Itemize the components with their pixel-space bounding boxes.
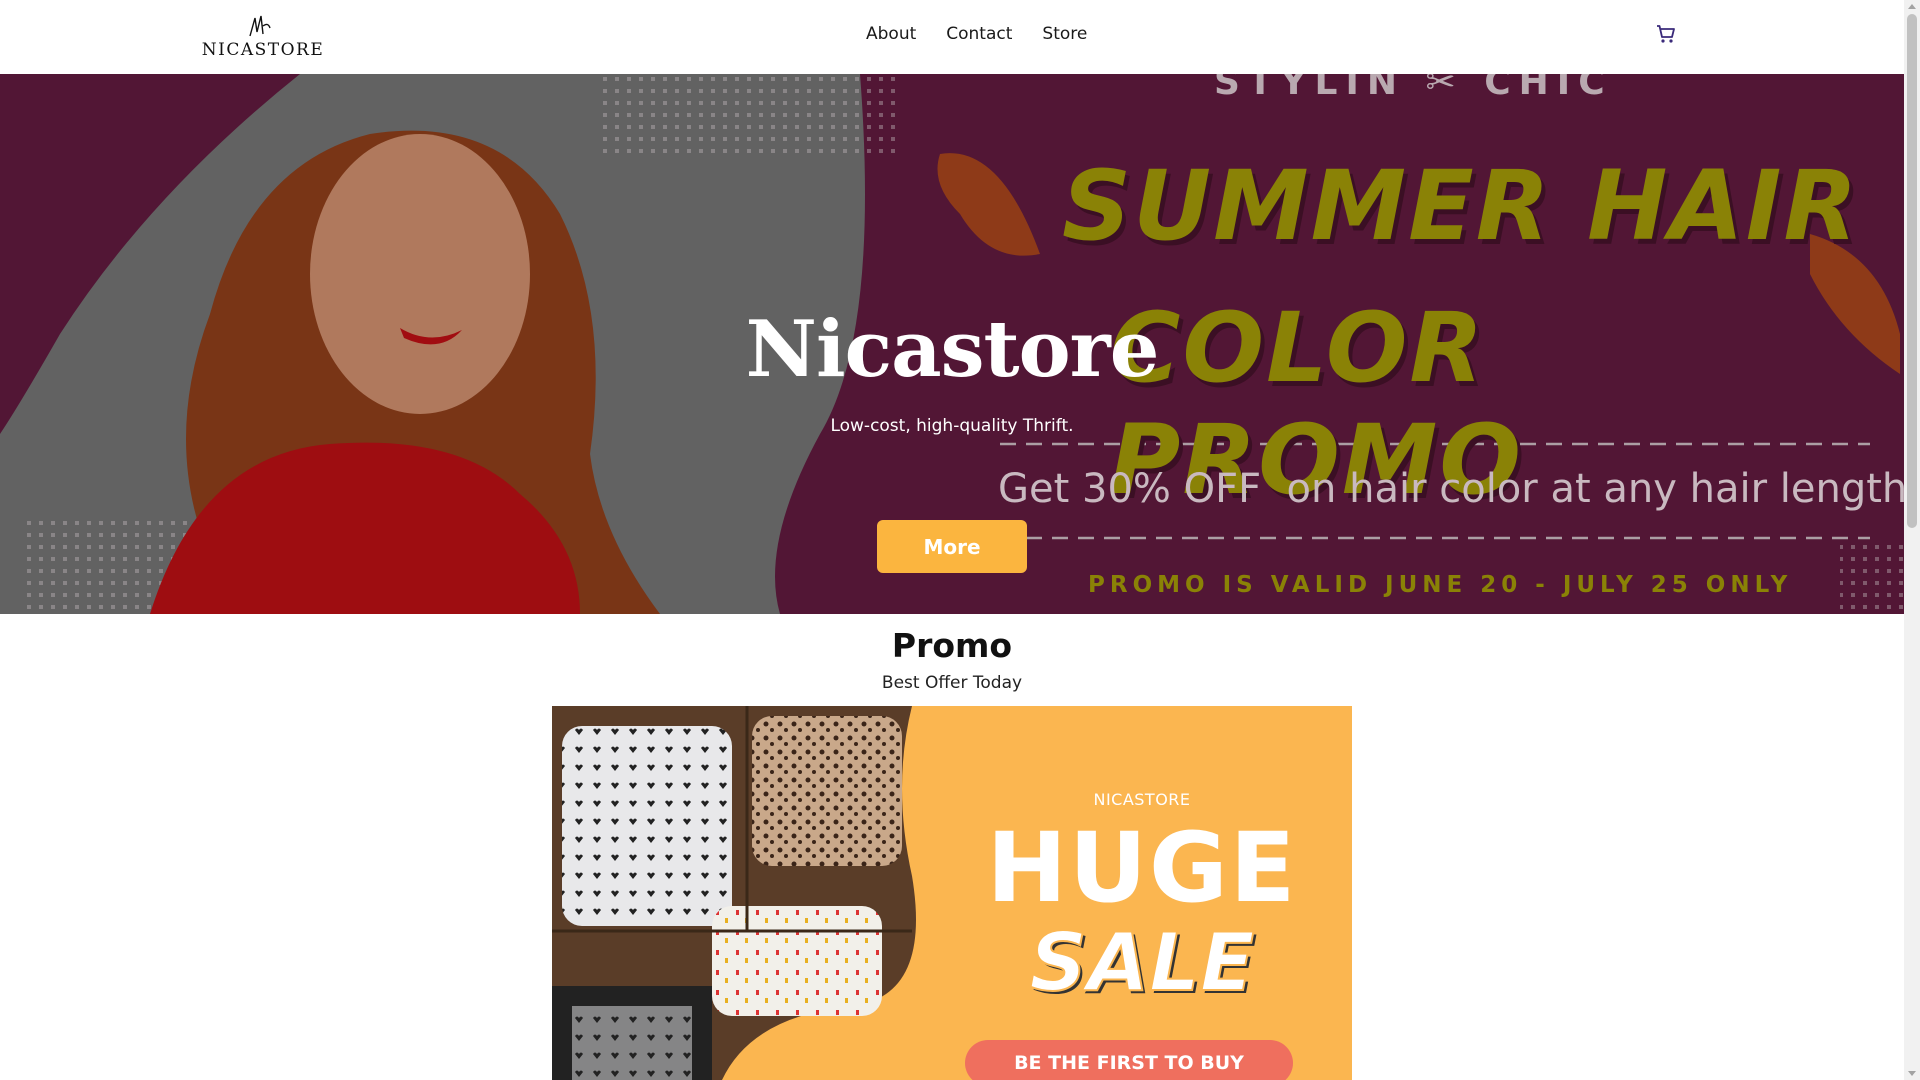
hero-section: STYLIN ✂ CHIC SUMMER HAIR COLOR PROMO Ge… (0, 74, 1904, 614)
be-first-to-buy-button[interactable]: BE THE FIRST TO BUY (965, 1040, 1293, 1080)
shopping-cart-icon[interactable] (1654, 22, 1678, 46)
more-button[interactable]: More (877, 520, 1027, 573)
sale-banner[interactable]: NICASTORE HUGE SALE BE THE FIRST TO BUY (552, 706, 1352, 1080)
promo-brand: STYLIN ✂ CHIC (1214, 74, 1613, 103)
main-nav: About Contact Store (866, 24, 1087, 44)
promo-valid-text: PROMO IS VALID JUNE 20 - JULY 25 ONLY (1088, 572, 1793, 598)
banner-brand: NICASTORE (1093, 790, 1191, 809)
promo-offer-text: Get 30% OFF on hair color at any hair le… (998, 466, 1904, 512)
logo-signature-icon (249, 15, 271, 37)
scrollbar-thumb[interactable] (1907, 14, 1917, 528)
promo-headline-1: SUMMER HAIR (1062, 150, 1860, 262)
banner-sale-text: SALE (1028, 915, 1255, 1010)
hero-subtitle: Low-cost, high-quality Thrift. (830, 416, 1074, 436)
scroll-up-arrow-icon[interactable] (1908, 4, 1916, 9)
navbar: NICASTORE About Contact Store (0, 0, 1904, 74)
nav-link-store[interactable]: Store (1042, 24, 1087, 44)
store-logo[interactable]: NICASTORE (202, 14, 323, 60)
scroll-down-arrow-icon[interactable] (1908, 1071, 1916, 1076)
banner-huge-text: HUGE (986, 812, 1298, 924)
page-scrollbar[interactable] (1904, 0, 1920, 1080)
nav-link-about[interactable]: About (866, 24, 916, 44)
nav-link-contact[interactable]: Contact (946, 24, 1012, 44)
logo-text: NICASTORE (201, 40, 325, 60)
promo-title: Promo (891, 626, 1013, 665)
promo-subtitle: Best Offer Today (881, 673, 1023, 693)
hero-title: Nicastore (745, 304, 1160, 395)
